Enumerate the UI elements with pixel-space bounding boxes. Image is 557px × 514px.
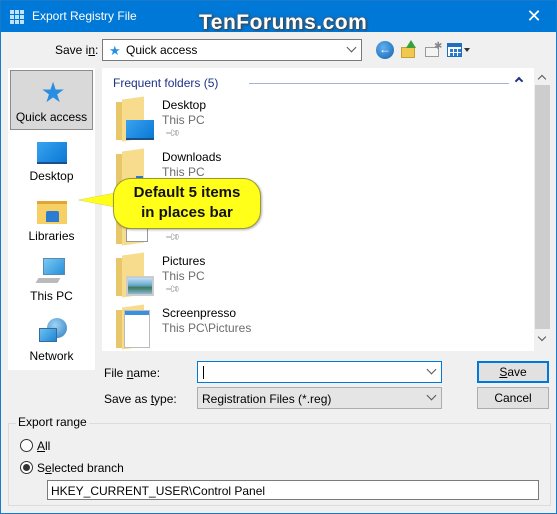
view-menu-icon[interactable]	[447, 41, 471, 59]
back-icon[interactable]: ←	[376, 41, 394, 59]
item-location: This PC	[162, 269, 205, 283]
selected-branch-value: HKEY_CURRENT_USER\Control Panel	[51, 484, 266, 498]
callout-line-1: Default 5 items	[133, 184, 241, 201]
scroll-up-icon[interactable]	[537, 74, 547, 84]
list-item[interactable]: Pictures This PC 📌︎	[112, 252, 412, 302]
star-icon: ★	[40, 77, 66, 108]
new-folder-icon[interactable]: ✱	[424, 41, 442, 59]
item-name: Desktop	[162, 98, 207, 112]
item-location: This PC\Pictures	[162, 321, 252, 335]
places-item-quick-access[interactable]: ★ Quick access	[10, 70, 93, 130]
save-in-value: Quick access	[126, 43, 198, 57]
list-item[interactable]: Desktop This PC 📌︎	[112, 96, 412, 146]
libraries-icon	[37, 198, 67, 226]
pin-icon: 📌︎	[163, 229, 181, 246]
quick-access-star-icon: ★	[109, 43, 121, 58]
radio-all-label[interactable]: All	[37, 439, 50, 453]
save-button[interactable]: Save	[477, 361, 549, 383]
pin-icon: 📌︎	[163, 281, 181, 298]
up-folder-icon[interactable]	[400, 40, 418, 59]
chevron-down-icon	[426, 390, 437, 401]
regedit-app-icon	[10, 10, 24, 24]
vertical-scrollbar[interactable]	[534, 68, 551, 351]
pin-icon: 📌︎	[163, 125, 181, 142]
item-name: Screenpresso	[162, 306, 237, 320]
export-range-group: Export range All Selected branch HKEY_CU…	[8, 415, 551, 506]
places-item-label: Network	[29, 349, 74, 363]
list-item[interactable]: Screenpresso This PC\Pictures	[112, 304, 412, 351]
folder-pictures-icon	[116, 252, 156, 298]
radio-selected-branch-label[interactable]: Selected branch	[37, 461, 124, 475]
places-item-this-pc[interactable]: This PC	[10, 250, 93, 310]
watermark: TenForums.com	[199, 11, 368, 34]
item-location: This PC	[162, 165, 205, 179]
scroll-down-icon[interactable]	[537, 332, 547, 342]
places-item-label: This PC	[30, 289, 73, 303]
collapse-group-icon[interactable]	[514, 76, 524, 86]
places-item-desktop[interactable]: Desktop	[10, 130, 93, 190]
computer-icon	[35, 258, 67, 286]
item-name: Pictures	[162, 254, 206, 268]
window-title: Export Registry File	[32, 9, 137, 23]
annotation-callout: Default 5 items in places bar	[113, 178, 261, 229]
save-in-label: Save in:	[55, 43, 99, 57]
file-name-input[interactable]	[197, 361, 442, 383]
callout-pointer	[79, 193, 115, 207]
folder-desktop-icon	[116, 96, 156, 142]
group-header: Frequent folders (5)	[113, 76, 219, 90]
save-as-type-label: Save as type:	[104, 392, 177, 406]
cancel-button[interactable]: Cancel	[477, 387, 549, 409]
folder-screenpresso-icon	[116, 304, 156, 350]
chevron-down-icon[interactable]	[426, 364, 437, 375]
network-icon	[37, 318, 67, 346]
group-divider	[249, 83, 509, 84]
export-registry-dialog: Export Registry File TenForums.com ✕ Sav…	[0, 0, 557, 514]
callout-line-2: in places bar	[141, 204, 233, 221]
selected-branch-input[interactable]: HKEY_CURRENT_USER\Control Panel	[47, 480, 539, 500]
text-caret	[203, 366, 204, 379]
file-name-label: File name:	[104, 366, 161, 380]
chevron-down-icon	[346, 42, 357, 53]
export-range-legend: Export range	[16, 415, 89, 429]
close-button[interactable]: ✕	[512, 1, 556, 32]
save-in-dropdown[interactable]: ★ Quick access	[102, 39, 362, 61]
places-item-label: Quick access	[15, 110, 88, 124]
places-item-label: Libraries	[28, 229, 75, 243]
item-name: Downloads	[162, 150, 222, 164]
places-bar: ★ Quick access Desktop Libraries This PC…	[8, 68, 95, 370]
places-item-label: Desktop	[29, 169, 74, 183]
radio-all[interactable]	[20, 439, 33, 452]
save-as-type-value: Registration Files (*.reg)	[202, 392, 332, 406]
scrollbar-thumb[interactable]	[535, 85, 550, 329]
places-item-network[interactable]: Network	[10, 310, 93, 370]
desktop-icon	[37, 142, 67, 164]
item-location: This PC	[162, 113, 205, 127]
radio-selected-branch[interactable]	[20, 461, 33, 474]
save-as-type-dropdown[interactable]: Registration Files (*.reg)	[197, 387, 442, 409]
title-bar[interactable]: Export Registry File TenForums.com ✕	[1, 1, 556, 34]
